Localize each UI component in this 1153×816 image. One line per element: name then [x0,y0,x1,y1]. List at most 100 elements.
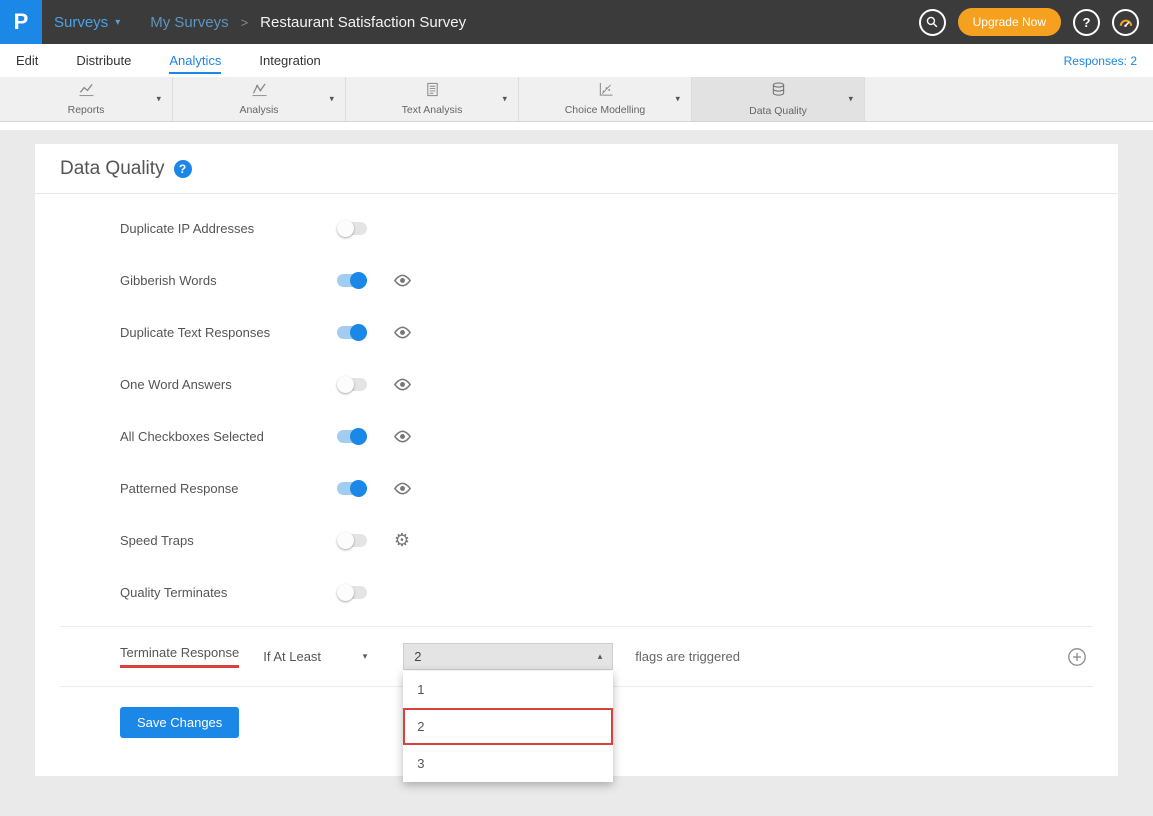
toggle[interactable] [337,222,367,235]
dropdown-option-2[interactable]: 2 [403,708,613,745]
toolbar-item-label: Reports [68,104,105,116]
setting-icon-slot: ⚙ [391,326,413,339]
setting-icon-slot: ⚙ [391,430,413,443]
toolbar-item-label: Choice Modelling [565,104,646,116]
panel-header: Data Quality ? [35,144,1118,194]
flags-triggered-label: flags are triggered [635,649,740,664]
chevron-down-icon[interactable]: ▾ [675,94,680,105]
chevron-down-icon: ▾ [115,17,120,28]
panel-body: Duplicate IP Addresses ⚙ Gibberish Words… [35,194,1118,738]
terminate-response-row: Terminate Response If At Least ▾ 2 ▴ 123… [60,627,1093,687]
plus-circle-icon[interactable] [1067,647,1087,667]
setting-icon-slot: ⚙ [391,274,413,287]
toggle[interactable] [337,274,367,287]
tab-label: Analytics [169,53,221,68]
toggle[interactable] [337,430,367,443]
flag-count-wrap: 2 ▴ 123 [403,643,613,670]
toolbar-item-label: Text Analysis [402,104,463,116]
toggle[interactable] [337,586,367,599]
responses-count[interactable]: Responses: 2 [1064,54,1137,68]
tab-distribute[interactable]: Distribute [76,47,131,74]
help-circle-icon[interactable]: ? [174,160,192,178]
nav-tabs: Edit Distribute Analytics Integration [16,44,321,77]
toolbar-item-choice-modelling[interactable]: Choice Modelling ▾ [519,77,692,121]
scatter-chart-icon [598,82,613,102]
setting-label: Duplicate Text Responses [120,325,337,340]
toggle-knob [350,428,367,445]
toggle[interactable] [337,378,367,391]
database-icon [771,82,786,103]
nav-row: Edit Distribute Analytics Integration Respo… [0,44,1153,77]
eye-icon[interactable] [393,274,412,287]
condition-select[interactable]: If At Least ▾ [263,649,367,664]
setting-label: One Word Answers [120,377,337,392]
gear-icon[interactable]: ⚙ [394,531,410,549]
eye-icon[interactable] [393,482,412,495]
settings-list: Duplicate IP Addresses ⚙ Gibberish Words… [60,194,1093,627]
setting-row: Duplicate IP Addresses ⚙ [120,202,1093,254]
eye-icon[interactable] [393,430,412,443]
flag-count-value: 2 [414,649,421,664]
chevron-down-icon[interactable]: ▾ [848,94,853,105]
toggle-knob [337,220,354,237]
toolbar-item-analysis[interactable]: Analysis ▾ [173,77,346,121]
help-icon[interactable]: ? [1073,9,1100,36]
breadcrumb-my-surveys[interactable]: My Surveys [150,14,228,31]
divider [0,122,1153,130]
setting-icon-slot: ⚙ [391,482,413,495]
setting-row: All Checkboxes Selected ⚙ [120,410,1093,462]
chevron-down-icon[interactable]: ▾ [329,94,334,105]
setting-label: Gibberish Words [120,273,337,288]
dropdown-option-1[interactable]: 1 [403,671,613,708]
save-changes-button[interactable]: Save Changes [120,707,239,738]
terminate-response-label: Terminate Response [120,645,239,668]
search-icon[interactable] [919,9,946,36]
chevron-up-icon: ▴ [598,651,603,662]
analytics-toolbar: Reports ▾ Analysis ▾ Text Analysis ▾ [0,77,1153,122]
chevron-down-icon: ▾ [363,651,368,662]
setting-row: Patterned Response ⚙ [120,462,1093,514]
flag-count-select[interactable]: 2 ▴ [403,643,613,670]
upgrade-now-button[interactable]: Upgrade Now [958,8,1061,36]
eye-icon[interactable] [393,326,412,339]
toggle[interactable] [337,534,367,547]
condition-select-value: If At Least [263,649,321,664]
tab-label: Edit [16,53,38,68]
breadcrumb-separator-icon: > [241,15,249,30]
setting-row: Quality Terminates ⚙ [120,566,1093,618]
toolbar-item-label: Analysis [239,104,278,116]
tab-analytics[interactable]: Analytics [169,47,221,74]
tab-label: Integration [259,53,320,68]
breadcrumb: My Surveys > Restaurant Satisfaction Sur… [150,14,466,31]
setting-label: Speed Traps [120,533,337,548]
setting-label: Duplicate IP Addresses [120,221,337,236]
chevron-down-icon[interactable]: ▾ [502,94,507,105]
flag-count-dropdown: 123 [403,671,613,782]
toggle[interactable] [337,326,367,339]
toggle-knob [350,272,367,289]
text-table-icon [425,82,440,102]
area-chart-icon [251,82,268,102]
toolbar-item-data-quality[interactable]: Data Quality ▾ [692,77,865,121]
eye-icon[interactable] [393,378,412,391]
gauge-icon[interactable] [1112,9,1139,36]
tab-label: Distribute [76,53,131,68]
toggle-knob [337,376,354,393]
topbar: P Surveys ▾ My Surveys > Restaurant Sati… [0,0,1153,44]
setting-row: Duplicate Text Responses ⚙ [120,306,1093,358]
toggle-knob [337,532,354,549]
tab-edit[interactable]: Edit [16,47,38,74]
help-icon-glyph: ? [1083,15,1091,30]
product-switcher[interactable]: Surveys ▾ [42,0,136,44]
toolbar-item-reports[interactable]: Reports ▾ [0,77,173,121]
setting-row: One Word Answers ⚙ [120,358,1093,410]
panel-title: Data Quality [60,158,165,180]
topbar-actions: Upgrade Now ? [919,8,1153,36]
toolbar-item-text-analysis[interactable]: Text Analysis ▾ [346,77,519,121]
app-logo[interactable]: P [0,0,42,44]
toggle[interactable] [337,482,367,495]
product-label: Surveys [54,14,108,31]
chevron-down-icon[interactable]: ▾ [156,94,161,105]
dropdown-option-3[interactable]: 3 [403,745,613,782]
tab-integration[interactable]: Integration [259,47,320,74]
